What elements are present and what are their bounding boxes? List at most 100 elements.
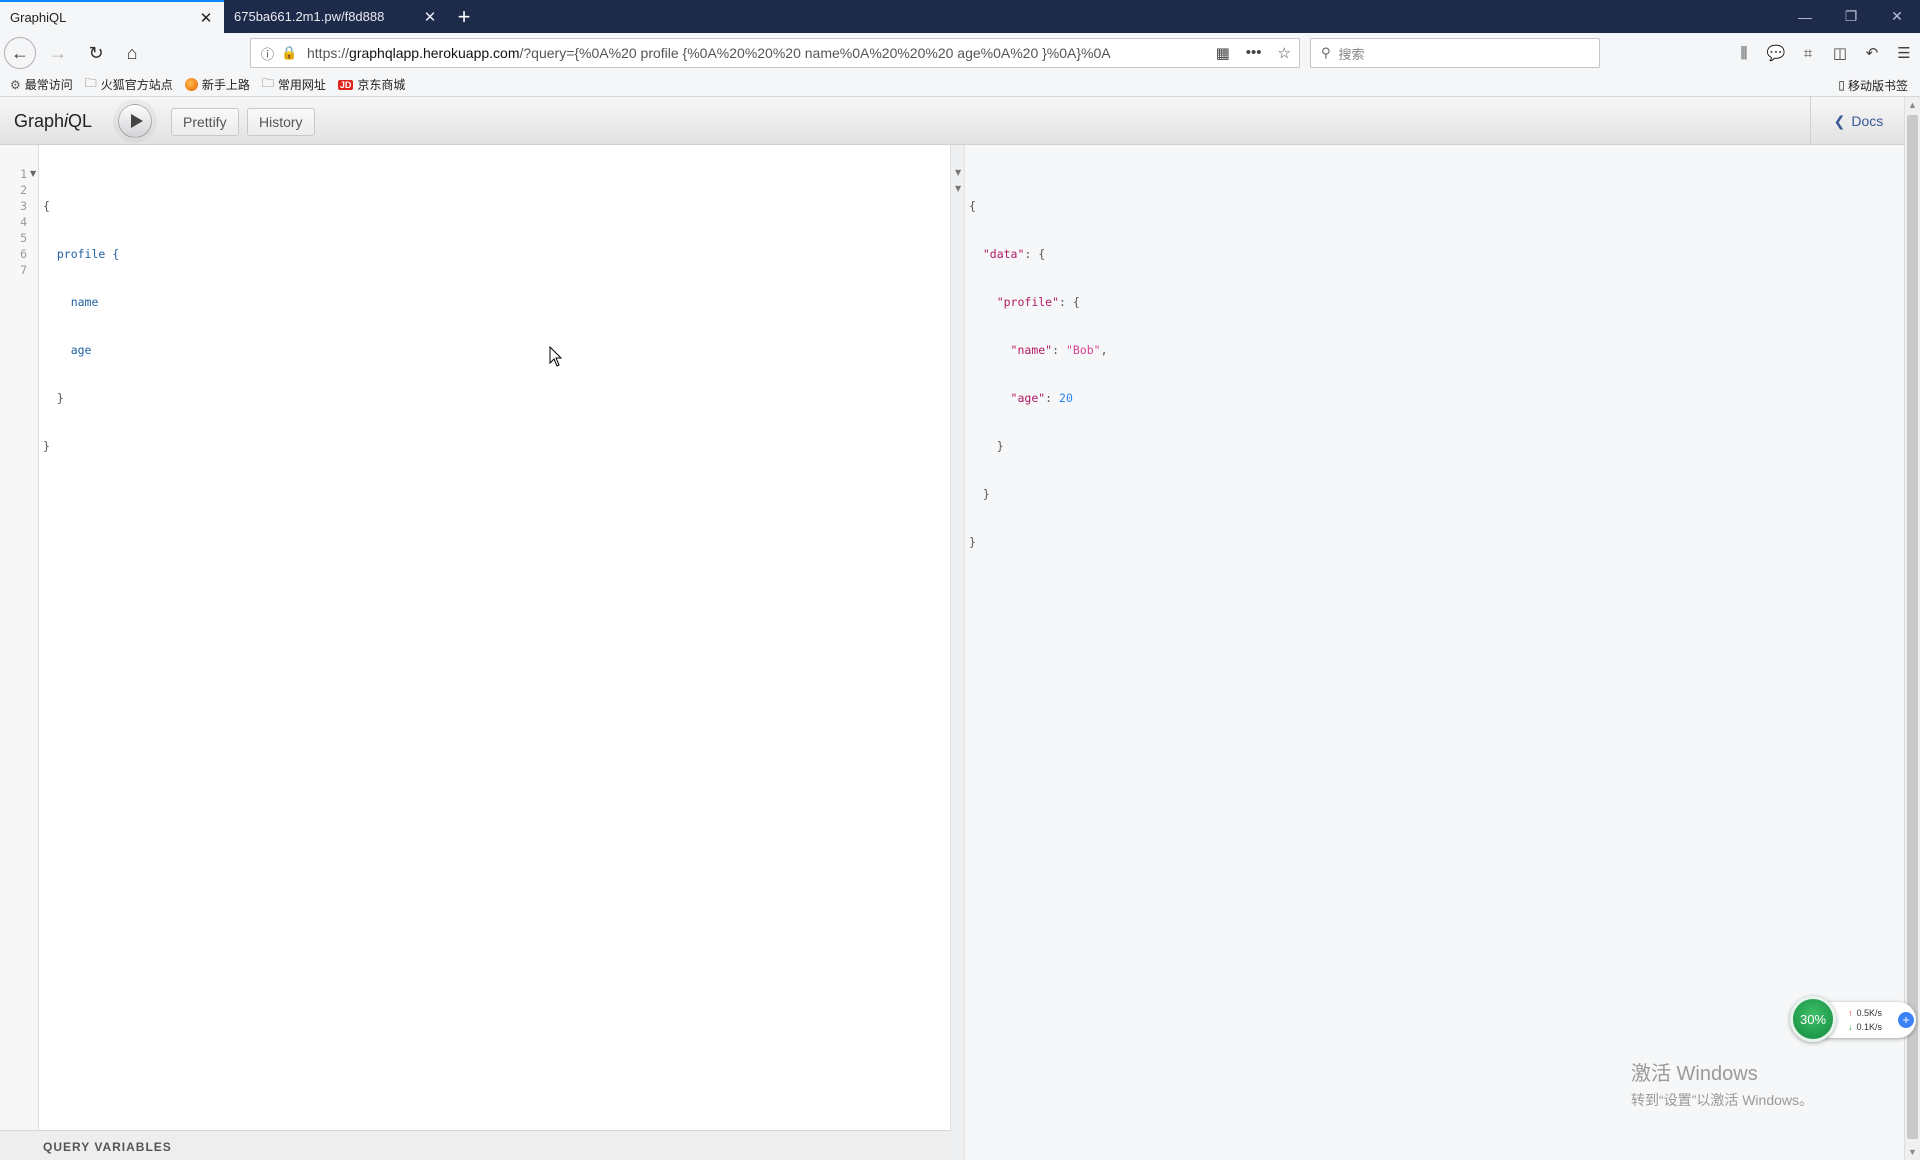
- scroll-down-icon[interactable]: ▼: [1908, 1147, 1917, 1157]
- query-line: }: [43, 439, 50, 453]
- undo-icon[interactable]: ↶: [1856, 37, 1888, 69]
- mobile-bookmarks-label: 移动版书签: [1847, 78, 1908, 93]
- result-line: }: [969, 439, 1004, 453]
- graphiql-title: GraphiQL: [14, 111, 93, 131]
- jd-icon: JD: [337, 79, 354, 90]
- search-placeholder: 搜索: [1338, 46, 1365, 62]
- library-icon[interactable]: ⫼: [1728, 37, 1760, 69]
- query-variables-toggle[interactable]: QUERY VARIABLES: [0, 1130, 951, 1160]
- new-tab-icon[interactable]: +: [448, 0, 480, 33]
- close-window-icon[interactable]: ✕: [1874, 0, 1920, 33]
- navigation-bar: ← → ↻ ⌂ ⓘ 🔒 https://graphqlapp.herokuapp…: [0, 33, 1920, 73]
- result-line: "data": {: [982, 247, 1046, 261]
- mouse-cursor-icon: [549, 346, 563, 367]
- page-actions-icon[interactable]: •••: [1246, 44, 1262, 62]
- lock-icon[interactable]: 🔒: [281, 45, 301, 61]
- upload-speed: ↑ 0.5K/s: [1848, 1008, 1883, 1018]
- chevron-left-icon: ❮: [1833, 112, 1846, 129]
- play-icon: [130, 114, 143, 128]
- bookmark-common-sites[interactable]: 🗀 常用网址: [262, 74, 326, 95]
- tab-graphiql[interactable]: GraphiQL ✕: [0, 0, 224, 33]
- fold-arrow-icon[interactable]: ▼: [955, 168, 961, 177]
- fold-arrow-icon[interactable]: ▼: [955, 184, 961, 193]
- tab-label: GraphiQL: [10, 10, 67, 25]
- restore-icon[interactable]: ❐: [1828, 0, 1874, 33]
- scroll-up-icon[interactable]: ▲: [1908, 100, 1917, 110]
- watermark-subtitle: 转到“设置”以激活 Windows。: [1631, 1092, 1814, 1108]
- url-scheme: https://: [307, 45, 350, 61]
- result-json: { "data": { "profile": { "name": "Bob", …: [969, 166, 1108, 582]
- tab-second[interactable]: 675ba661.2m1.pw/f8d888 ✕: [224, 0, 448, 33]
- windows-activation-watermark: 激活 Windows 转到“设置”以激活 Windows。: [1631, 1057, 1813, 1110]
- graphiql-toolbar: GraphiQL Prettify History ❮ Docs: [0, 97, 1920, 145]
- download-speed: ↓ 0.1K/s: [1848, 1022, 1883, 1032]
- menu-icon[interactable]: ☰: [1888, 37, 1920, 69]
- firefox-icon: [184, 78, 198, 91]
- memory-usage-badge[interactable]: 30%: [1790, 996, 1836, 1042]
- download-arrow-icon: ↓: [1848, 1022, 1853, 1032]
- result-line: "profile": {: [996, 295, 1080, 309]
- bookmark-label: 最常访问: [24, 78, 73, 92]
- bookmark-getting-started[interactable]: 新手上路: [184, 76, 250, 93]
- forward-arrow-icon[interactable]: →: [42, 37, 74, 69]
- reload-icon[interactable]: ↻: [80, 37, 112, 69]
- search-bar[interactable]: ⚲ 搜索: [1310, 38, 1600, 68]
- browser-tab-strip: GraphiQL ✕ 675ba661.2m1.pw/f8d888 ✕ + — …: [0, 0, 1920, 33]
- info-icon[interactable]: ⓘ: [261, 44, 277, 63]
- line-numbers: 1 2 3 4 5 6 7: [20, 167, 27, 277]
- screenshot-icon[interactable]: ⌗: [1792, 37, 1824, 69]
- query-editor[interactable]: 1 2 3 4 5 6 7 ▼ { profile { name age } }…: [0, 145, 951, 1160]
- back-arrow-icon[interactable]: ←: [4, 37, 36, 69]
- url-path: /?query={%0A%20 profile {%0A%20%20%20 na…: [519, 45, 1111, 61]
- docs-label: Docs: [1851, 113, 1884, 129]
- bookmark-label: 火狐官方站点: [100, 78, 173, 92]
- line-number-gutter: [0, 145, 39, 1130]
- prettify-button[interactable]: Prettify: [171, 108, 239, 136]
- sidebar-icon[interactable]: ◫: [1824, 37, 1856, 69]
- query-text[interactable]: { profile { name age } }: [43, 166, 119, 518]
- minimize-icon[interactable]: —: [1782, 0, 1828, 33]
- network-speed-widget[interactable]: 30% ↑ 0.5K/s ↓ 0.1K/s +: [1790, 996, 1918, 1044]
- folder-icon: 🗀: [261, 76, 274, 90]
- execute-query-button[interactable]: [118, 104, 152, 138]
- url-bar[interactable]: ⓘ 🔒 https://graphqlapp.herokuapp.com/?qu…: [250, 38, 1300, 68]
- close-tab-icon[interactable]: ✕: [198, 10, 214, 27]
- window-controls: — ❐ ✕: [1782, 0, 1920, 33]
- toolbar-icons: ⫼ 💬 ⌗ ◫ ↶ ☰: [1728, 33, 1920, 73]
- query-line: age: [43, 343, 92, 357]
- query-line: {: [43, 199, 50, 213]
- result-line: "name": "Bob",: [1010, 343, 1108, 357]
- search-icon: ⚲: [1321, 45, 1331, 60]
- bookmark-label: 新手上路: [201, 78, 250, 92]
- bookmark-jd[interactable]: JD 京东商城: [337, 76, 406, 93]
- qr-code-icon[interactable]: ▦: [1216, 44, 1230, 62]
- result-line: "age": 20: [1010, 391, 1073, 405]
- mobile-icon: ▯: [1838, 78, 1845, 92]
- query-line: }: [43, 391, 64, 405]
- result-gutter: ▼ ▼: [951, 145, 965, 1160]
- docs-button[interactable]: ❮ Docs: [1810, 97, 1906, 145]
- bookmark-label: 京东商城: [357, 78, 406, 92]
- bookmark-label: 常用网址: [277, 78, 326, 92]
- bookmark-star-icon[interactable]: ☆: [1278, 44, 1291, 62]
- query-line: name: [43, 295, 99, 309]
- result-line: }: [969, 535, 976, 549]
- tab-label: 675ba661.2m1.pw/f8d888: [234, 9, 385, 24]
- bookmark-most-visited[interactable]: ⚙ 最常访问: [10, 76, 73, 93]
- boost-plus-icon[interactable]: +: [1898, 1012, 1914, 1028]
- url-text[interactable]: https://graphqlapp.herokuapp.com/?query=…: [307, 45, 1216, 61]
- result-line: }: [969, 487, 990, 501]
- bookmark-firefox-site[interactable]: 🗀 火狐官方站点: [85, 74, 173, 95]
- folder-icon: 🗀: [84, 76, 97, 90]
- history-button[interactable]: History: [247, 108, 315, 136]
- scrollbar-thumb[interactable]: [1907, 115, 1918, 1139]
- gear-icon: ⚙: [10, 77, 21, 92]
- mobile-bookmarks[interactable]: ▯ 移动版书签: [1838, 73, 1908, 97]
- result-viewer: ▼ ▼ { "data": { "profile": { "name": "Bo…: [951, 145, 1904, 1160]
- query-line: profile {: [43, 247, 120, 261]
- fold-arrow-icon[interactable]: ▼: [30, 166, 36, 182]
- chat-icon[interactable]: 💬: [1760, 37, 1792, 69]
- home-icon[interactable]: ⌂: [116, 37, 148, 69]
- close-tab-icon[interactable]: ✕: [422, 9, 438, 26]
- url-host: graphqlapp.herokuapp.com: [349, 45, 520, 61]
